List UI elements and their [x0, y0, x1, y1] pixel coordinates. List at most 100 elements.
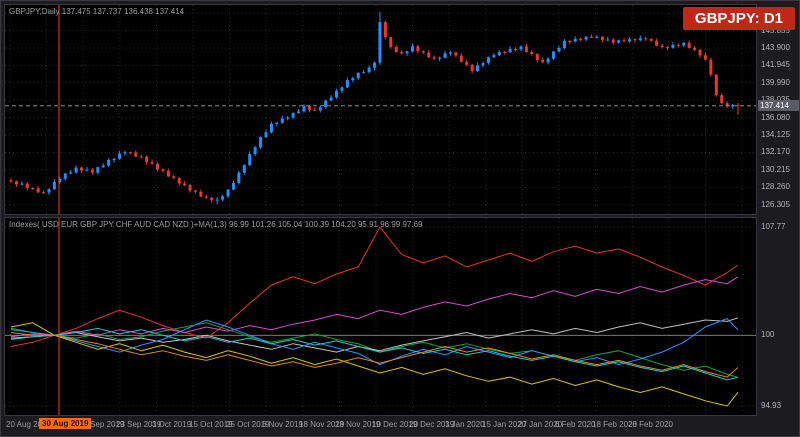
candle-body	[231, 183, 235, 190]
candle-body	[405, 51, 409, 54]
candle-body	[600, 36, 604, 40]
candle-body	[562, 40, 566, 48]
candle-body	[660, 45, 664, 48]
candle-body	[128, 152, 132, 154]
candle-body	[649, 38, 653, 41]
indicator-panel[interactable]	[4, 217, 757, 416]
time-axis-label: 6 Feb 2020	[555, 420, 596, 429]
candle-body	[291, 113, 295, 118]
candle-body	[20, 183, 24, 185]
candle-body	[687, 42, 691, 48]
indicator-axis-label: 94.93	[761, 401, 782, 410]
candle-body	[85, 169, 89, 171]
candle-body	[307, 106, 311, 110]
indicator-axis-label: 107.77	[761, 222, 786, 231]
candle-body	[356, 72, 360, 79]
candle-body	[47, 189, 51, 193]
candle-body	[481, 63, 485, 66]
candle-body	[155, 163, 159, 170]
symbol-ohlc-header: GBPJPY,Daily 137.475 137.737 136.438 137…	[9, 7, 185, 16]
candle-body	[367, 67, 371, 73]
candle-body	[264, 132, 268, 138]
indicator-axis-label: 100	[761, 330, 775, 339]
price-axis-label: 141.945	[761, 60, 790, 69]
candle-body	[573, 38, 577, 42]
candle-body	[524, 46, 528, 52]
candle-body	[378, 22, 382, 63]
candle-body	[134, 152, 138, 157]
candle-body	[112, 158, 116, 161]
candle-body	[302, 106, 306, 112]
candle-body	[665, 47, 669, 49]
candle-body	[470, 64, 474, 72]
candle-body	[400, 52, 404, 54]
candle-body	[215, 199, 219, 201]
candle-body	[362, 72, 366, 74]
candle-body	[693, 48, 697, 50]
candle-body	[503, 52, 507, 53]
candle-body	[123, 152, 127, 154]
candle-body	[671, 44, 675, 48]
price-axis-label: 139.990	[761, 78, 790, 87]
candle-body	[204, 196, 208, 198]
indicator-canvas[interactable]	[5, 218, 756, 415]
candle-body	[150, 162, 154, 164]
candle-body	[611, 39, 615, 43]
candle-body	[638, 38, 642, 41]
candle-body	[318, 107, 322, 111]
candle-body	[541, 60, 545, 63]
candle-body	[627, 39, 631, 42]
candle-body	[280, 118, 284, 123]
candle-body	[682, 42, 686, 46]
candle-body	[183, 183, 187, 186]
time-axis-label: 28 Feb 2020	[628, 420, 673, 429]
price-axis-label: 126.305	[761, 200, 790, 209]
candle-body	[698, 49, 702, 56]
candle-body	[448, 52, 452, 54]
candle-body	[286, 117, 290, 119]
candle-body	[329, 97, 333, 101]
candle-body	[421, 51, 425, 53]
candle-body	[351, 78, 355, 81]
candle-body	[275, 122, 279, 124]
candle-body	[633, 39, 637, 41]
candle-body	[14, 181, 18, 185]
candle-body	[161, 169, 165, 171]
candle-body	[259, 137, 263, 148]
candle-body	[42, 192, 46, 194]
candle-body	[297, 111, 301, 113]
candle-body	[242, 165, 246, 173]
candle-body	[590, 36, 594, 38]
candle-body	[416, 46, 420, 52]
candle-body	[80, 167, 84, 171]
time-axis[interactable]: 20 Aug 20192 Sep 201912 Sep 201923 Sep 2…	[4, 418, 757, 434]
time-axis-label: 6 Nov 2019	[262, 420, 303, 429]
candle-body	[584, 36, 588, 40]
price-axis-label: 130.215	[761, 165, 790, 174]
price-axis[interactable]: 147.810145.855143.900141.945139.990138.0…	[758, 1, 799, 436]
candle-body	[199, 191, 203, 197]
candle-body	[69, 172, 73, 174]
candle-body	[519, 46, 523, 50]
candle-body	[172, 176, 176, 178]
candle-body	[465, 61, 469, 65]
price-axis-label: 134.125	[761, 130, 790, 139]
candle-body	[714, 74, 718, 96]
main-chart-canvas[interactable]	[5, 5, 756, 214]
price-axis-label: 136.080	[761, 113, 790, 122]
candle-body	[52, 182, 56, 190]
candle-body	[427, 52, 431, 58]
candle-body	[63, 173, 67, 179]
candle-body	[394, 47, 398, 53]
candle-body	[248, 154, 252, 166]
main-chart-panel[interactable]	[4, 4, 757, 215]
candle-body	[193, 190, 197, 192]
candle-body	[324, 100, 328, 108]
candle-body	[497, 52, 501, 56]
candle-body	[703, 55, 707, 60]
candle-body	[226, 189, 230, 197]
candle-body	[709, 59, 713, 75]
candle-body	[345, 80, 349, 88]
candle-body	[36, 188, 40, 193]
candle-body	[454, 52, 458, 56]
